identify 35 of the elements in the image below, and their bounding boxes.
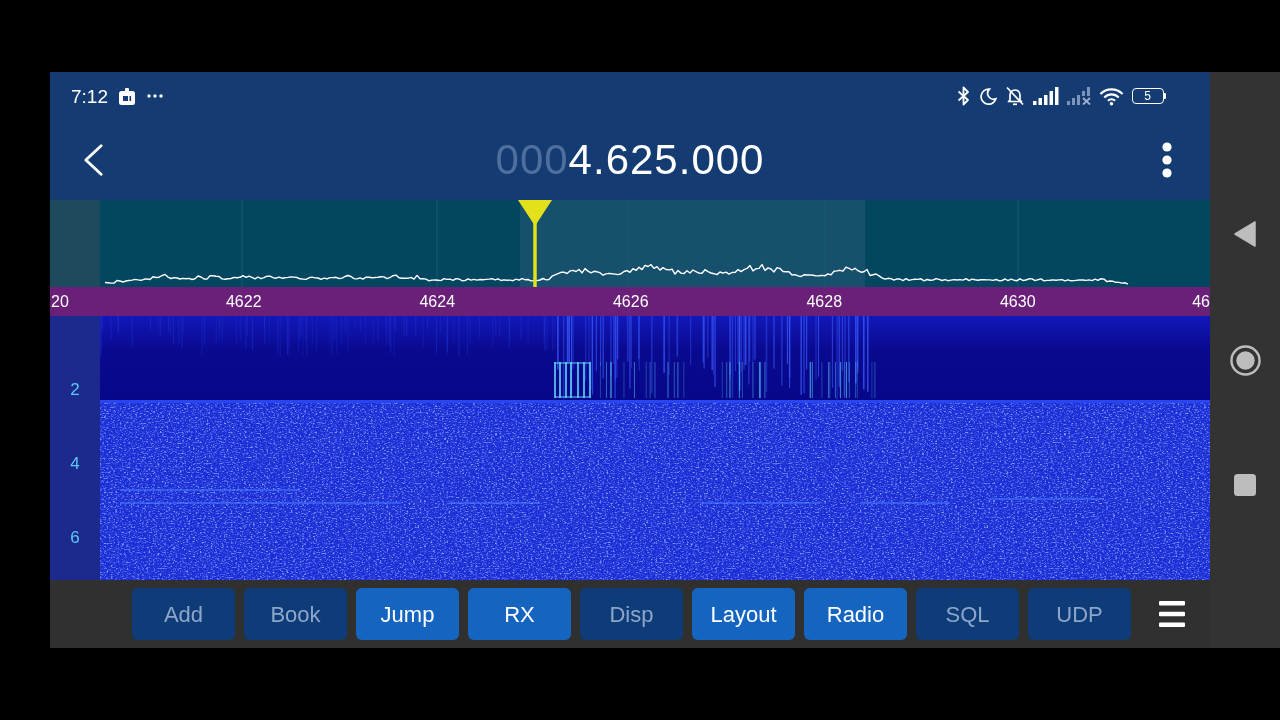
bell-off-icon: [1004, 86, 1025, 106]
frequency-label: 20: [51, 293, 69, 310]
menu-icon[interactable]: [1159, 601, 1185, 627]
time-label: 4: [70, 454, 80, 474]
frequency-label: 46: [1192, 293, 1210, 310]
app-notification-icon: [119, 87, 135, 105]
toolbar-button[interactable]: SQL: [916, 588, 1019, 640]
frequency-display[interactable]: 0004.625.000: [495, 139, 765, 181]
toolbar-button[interactable]: Book: [244, 588, 347, 640]
time-label: 2: [70, 380, 80, 400]
more-dots-icon: [147, 94, 163, 98]
bluetooth-icon: [956, 86, 970, 106]
frequency-label: 4626: [612, 293, 649, 310]
toolbar-button[interactable]: Layout: [692, 588, 795, 640]
frequency-label: 4630: [999, 293, 1036, 310]
home-icon[interactable]: [1229, 345, 1261, 376]
menu-icon[interactable]: [1162, 142, 1172, 178]
tuning-marker-icon[interactable]: [518, 200, 552, 287]
time-label: 6: [70, 528, 80, 548]
toolbar-button[interactable]: Add: [132, 588, 235, 640]
signal-bars-icon: [1032, 87, 1059, 105]
toolbar-button[interactable]: RX: [468, 588, 571, 640]
frequency-label: 4628: [806, 293, 843, 310]
toolbar-button[interactable]: Jump: [356, 588, 459, 640]
frequency-label: 4622: [225, 293, 262, 310]
toolbar-button[interactable]: UDP: [1028, 588, 1131, 640]
toolbar-button[interactable]: Radio: [804, 588, 907, 640]
back-icon[interactable]: [1234, 221, 1256, 247]
toolbar-button[interactable]: Disp: [580, 588, 683, 640]
battery-indicator: 5: [1131, 88, 1166, 104]
wifi-icon: [1098, 86, 1124, 106]
frequency-label: 4624: [419, 293, 456, 310]
status-time: 7:12: [71, 86, 108, 106]
moon-icon: [979, 87, 997, 105]
no-signal-icon: [1066, 87, 1091, 105]
